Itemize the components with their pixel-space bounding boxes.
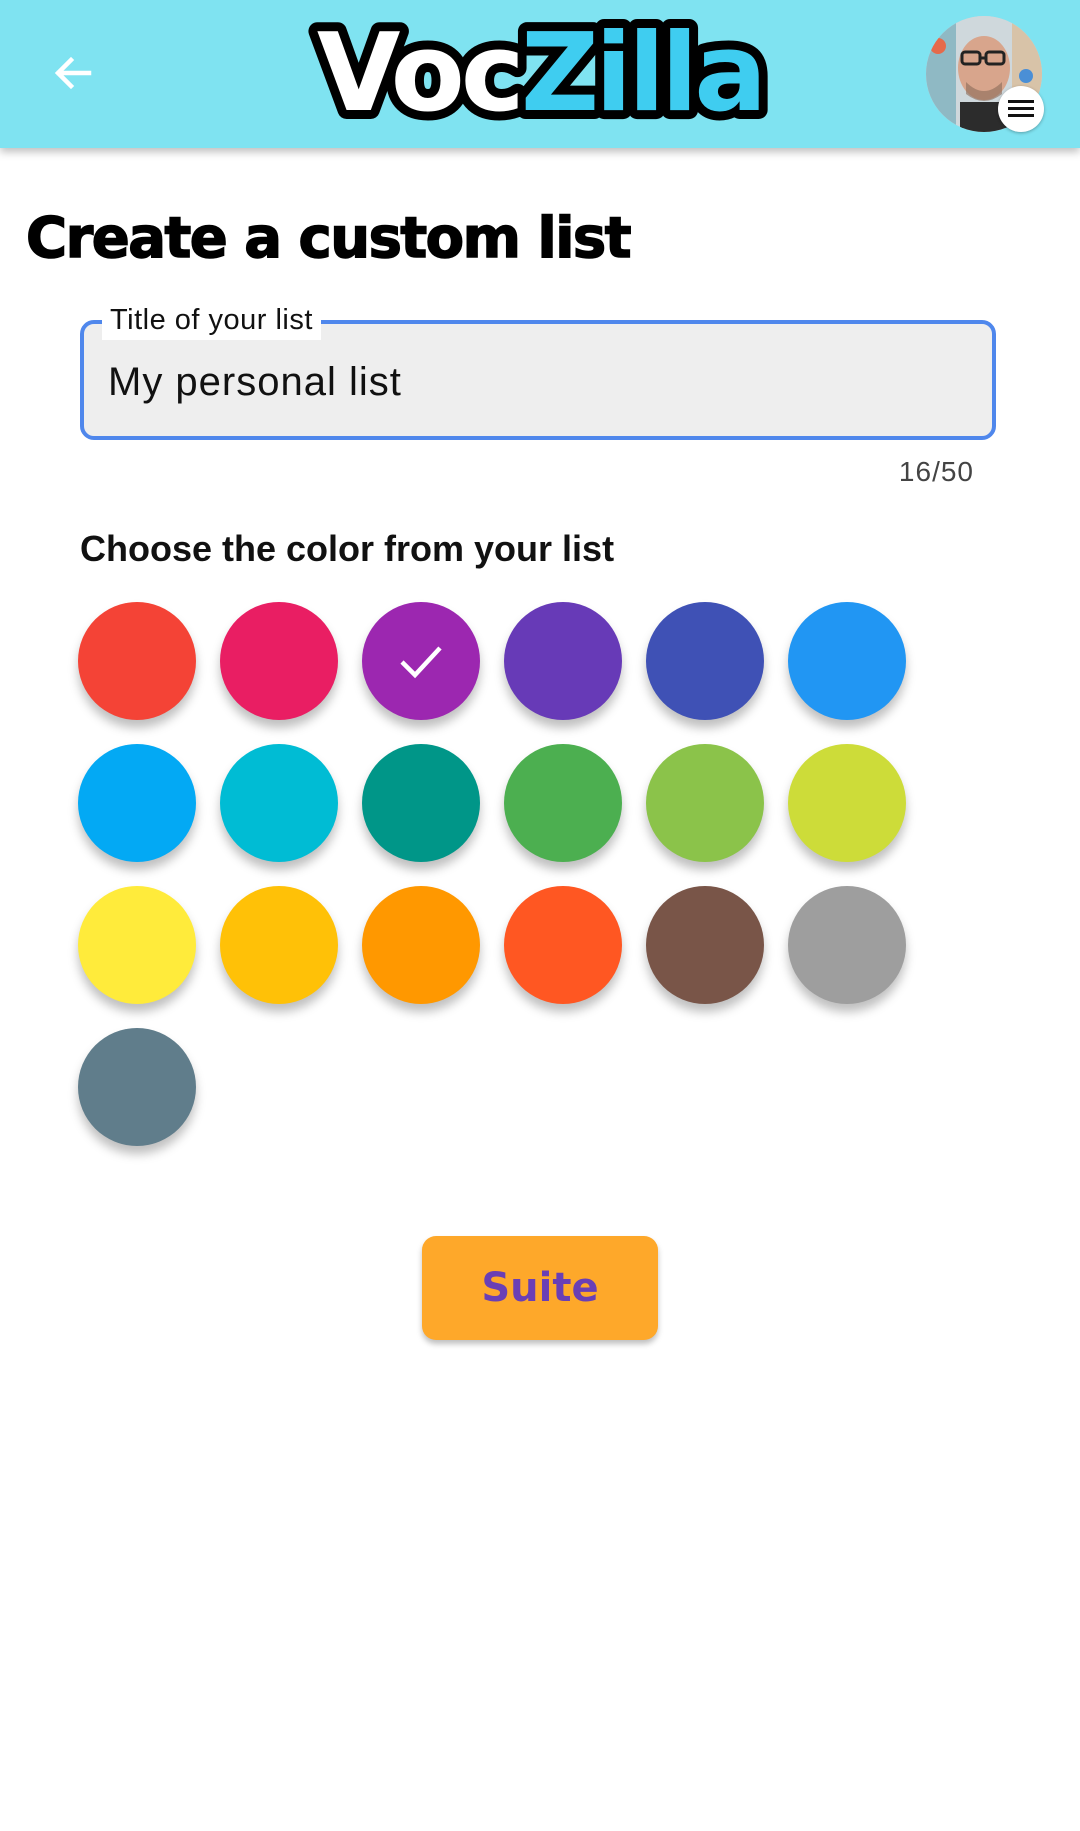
character-counter: 16/50 [898,456,974,487]
color-section-title: Choose the color from your list [80,528,615,569]
list-title-field[interactable]: Title of your list [80,300,996,440]
list-title-label: Title of your list [102,300,321,340]
voczilla-logo: VocZilla VocZilla [270,8,810,140]
menu-badge[interactable] [998,86,1044,132]
checkmark-icon [400,646,442,679]
back-button[interactable] [40,40,106,106]
color-swatch[interactable] [504,886,622,1004]
color-swatch[interactable] [504,744,622,862]
color-swatch[interactable] [78,744,196,862]
color-swatch[interactable] [646,602,764,720]
color-swatch[interactable] [788,744,906,862]
color-swatch-grid [78,602,928,1146]
color-swatch[interactable] [362,602,480,720]
color-swatch[interactable] [362,886,480,1004]
color-swatch[interactable] [362,744,480,862]
color-swatch[interactable] [78,886,196,1004]
page-title: Create a custom list [25,205,632,272]
profile-avatar-button[interactable] [926,16,1044,132]
color-swatch[interactable] [220,886,338,1004]
hamburger-menu-icon [1008,100,1034,117]
color-swatch[interactable] [504,602,622,720]
color-swatch[interactable] [78,1028,196,1146]
next-button[interactable]: Suite [422,1236,658,1340]
svg-text:VocZilla: VocZilla [317,11,763,136]
color-swatch[interactable] [78,602,196,720]
list-title-input[interactable] [108,356,968,408]
arrow-left-icon [54,56,92,90]
color-swatch[interactable] [788,602,906,720]
color-swatch[interactable] [220,602,338,720]
color-swatch[interactable] [646,886,764,1004]
color-swatch[interactable] [646,744,764,862]
color-swatch[interactable] [788,886,906,1004]
app-bar: VocZilla VocZilla [0,0,1080,148]
color-swatch[interactable] [220,744,338,862]
